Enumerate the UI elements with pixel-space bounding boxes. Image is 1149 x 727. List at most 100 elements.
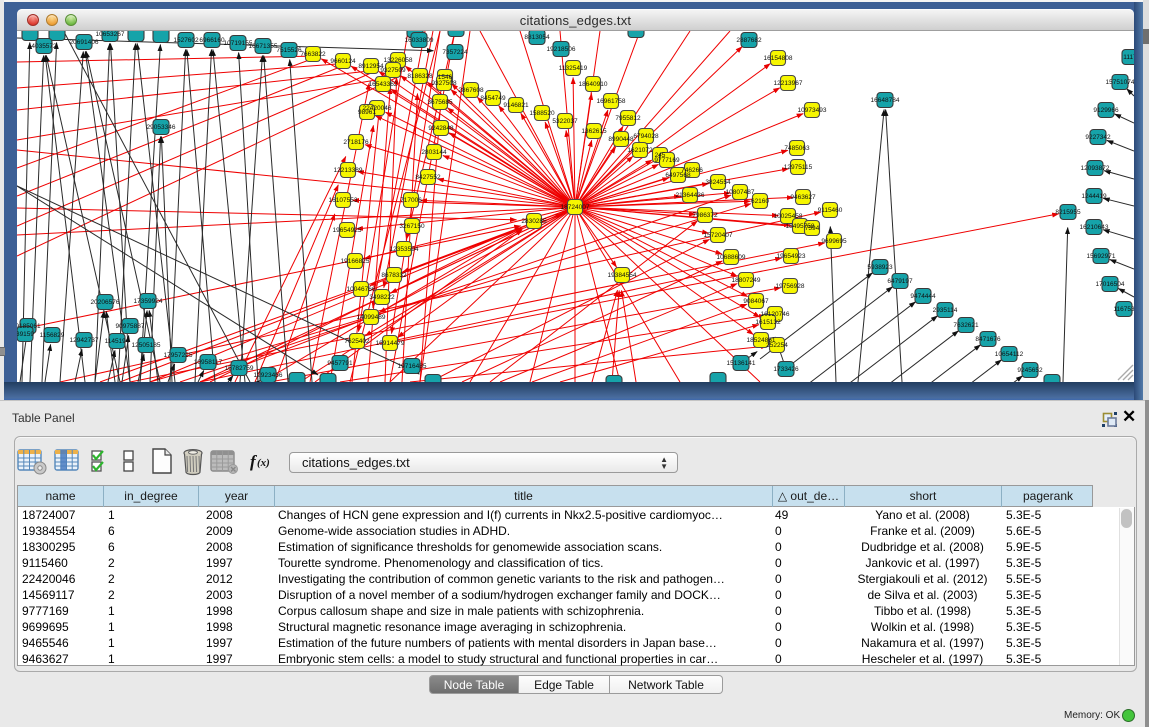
svg-text:6479197: 6479197 [887, 278, 913, 285]
svg-text:5938923: 5938923 [867, 264, 893, 271]
svg-text:13226058: 13226058 [384, 57, 413, 64]
svg-text:16543362: 16543362 [369, 81, 398, 88]
svg-text:12093872: 12093872 [1081, 165, 1110, 172]
svg-text:9327509: 9327509 [380, 67, 406, 74]
svg-text:7632621: 7632621 [953, 322, 979, 329]
svg-text:5322037: 5322037 [552, 118, 578, 125]
svg-text:15136141: 15136141 [727, 360, 756, 367]
svg-text:1117: 1117 [1123, 54, 1134, 61]
svg-text:6794028: 6794028 [633, 133, 659, 140]
svg-text:2935114: 2935114 [933, 307, 958, 314]
svg-text:2887682: 2887682 [736, 37, 762, 44]
svg-text:21364436: 21364436 [676, 192, 705, 199]
svg-text:12353594: 12353594 [390, 246, 419, 253]
svg-text:12942737: 12942737 [70, 337, 99, 344]
svg-text:90975887: 90975887 [116, 323, 145, 330]
svg-text:2803144: 2803144 [421, 149, 447, 156]
svg-text:9699695: 9699695 [821, 238, 847, 245]
svg-text:17016504: 17016504 [1096, 281, 1125, 288]
svg-text:12213967: 12213967 [774, 80, 803, 87]
svg-text:9146821: 9146821 [503, 102, 529, 109]
svg-text:12213389: 12213389 [334, 167, 363, 174]
svg-text:1615132: 1615132 [755, 319, 781, 326]
svg-text:9242848: 9242848 [428, 125, 454, 132]
svg-text:10807487: 10807487 [726, 189, 755, 196]
svg-text:10653267: 10653267 [96, 31, 125, 38]
svg-text:18807249: 18807249 [732, 277, 761, 284]
svg-text:9457791: 9457791 [327, 360, 353, 367]
svg-text:717006: 717006 [400, 197, 422, 204]
svg-text:1362615: 1362615 [581, 128, 607, 135]
svg-text:2830285: 2830285 [521, 218, 547, 225]
svg-text:2718176: 2718176 [343, 139, 369, 146]
svg-text:9227342: 9227342 [1085, 134, 1111, 141]
svg-text:16154808: 16154808 [764, 55, 793, 62]
svg-text:9129966: 9129966 [1093, 107, 1119, 114]
svg-text:19654923: 19654923 [777, 253, 806, 260]
svg-text:7515526: 7515526 [276, 47, 302, 54]
svg-text:16210643: 16210643 [1080, 224, 1109, 231]
svg-text:15751074: 15751074 [1106, 79, 1134, 86]
svg-text:12505185: 12505185 [132, 342, 161, 349]
svg-text:1244419: 1244419 [1081, 193, 1107, 200]
svg-text:15720407: 15720407 [704, 232, 733, 239]
svg-text:16107553: 16107553 [329, 197, 358, 204]
svg-text:16671355: 16671355 [249, 43, 278, 50]
svg-text:14099489: 14099489 [357, 314, 386, 321]
svg-text:16120746: 16120746 [761, 311, 790, 318]
svg-text:1156829: 1156829 [40, 332, 65, 339]
svg-text:9474444: 9474444 [910, 293, 936, 300]
svg-text:39159: 39159 [17, 331, 34, 338]
svg-text:1145194: 1145194 [105, 338, 130, 345]
svg-text:8990448: 8990448 [608, 136, 634, 143]
svg-text:2867608: 2867608 [458, 87, 484, 94]
svg-text:8471676: 8471676 [975, 336, 1001, 343]
svg-text:10654112: 10654112 [995, 351, 1024, 358]
svg-text:19384554: 19384554 [608, 272, 637, 279]
svg-text:3498222: 3498222 [369, 294, 395, 301]
svg-text:19654925: 19654925 [333, 227, 362, 234]
svg-text:10958117: 10958117 [194, 359, 223, 366]
svg-text:7594: 7594 [805, 225, 820, 232]
svg-text:12923466: 12923466 [254, 372, 283, 379]
svg-text:16914479: 16914479 [376, 340, 405, 347]
svg-text:1588520: 1588520 [529, 110, 555, 117]
svg-text:19166825: 19166825 [341, 258, 370, 265]
svg-text:116753: 116753 [1113, 306, 1134, 313]
svg-text:8427552: 8427552 [415, 174, 441, 181]
svg-text:7955812: 7955812 [615, 115, 641, 122]
svg-text:16648784: 16648784 [871, 97, 900, 104]
svg-text:1527602: 1527602 [173, 37, 199, 44]
svg-text:9463627: 9463627 [790, 194, 816, 201]
svg-text:3675685: 3675685 [427, 99, 453, 106]
svg-text:10688609: 10688609 [717, 254, 746, 261]
svg-text:19218506: 19218506 [547, 46, 576, 53]
svg-text:8215955: 8215955 [1055, 209, 1081, 216]
svg-text:10973493: 10973493 [798, 107, 827, 114]
svg-text:8186328: 8186328 [407, 73, 433, 80]
svg-text:6966160: 6966160 [199, 37, 225, 44]
svg-text:6497568: 6497568 [665, 172, 691, 179]
svg-text:(x): (x) [257, 457, 270, 469]
svg-text:11325419: 11325419 [559, 65, 588, 72]
svg-text:15692971: 15692971 [1087, 253, 1116, 260]
svg-text:19716485: 19716485 [398, 363, 427, 370]
svg-text:8454749: 8454749 [480, 95, 506, 102]
svg-text:7357224: 7357224 [442, 49, 468, 56]
svg-text:20691406: 20691406 [70, 39, 99, 46]
svg-text:16033809: 16033809 [405, 37, 434, 44]
svg-text:9084067: 9084067 [743, 298, 769, 305]
svg-text:3267150: 3267150 [399, 223, 425, 230]
svg-text:16782759: 16782759 [225, 365, 254, 372]
svg-text:9185061: 9185061 [17, 323, 41, 330]
svg-text:252254: 252254 [766, 342, 788, 349]
svg-text:4035572: 4035572 [31, 43, 57, 50]
svg-text:19756928: 19756928 [776, 283, 805, 290]
svg-text:29053346: 29053346 [147, 124, 176, 131]
svg-text:7986372: 7986372 [692, 212, 718, 219]
svg-text:9660124: 9660124 [330, 58, 356, 65]
svg-text:1733426: 1733426 [773, 366, 799, 373]
svg-text:7485063: 7485063 [784, 145, 810, 152]
svg-text:3824554: 3824554 [705, 179, 731, 186]
svg-text:7663822: 7663822 [300, 51, 326, 58]
